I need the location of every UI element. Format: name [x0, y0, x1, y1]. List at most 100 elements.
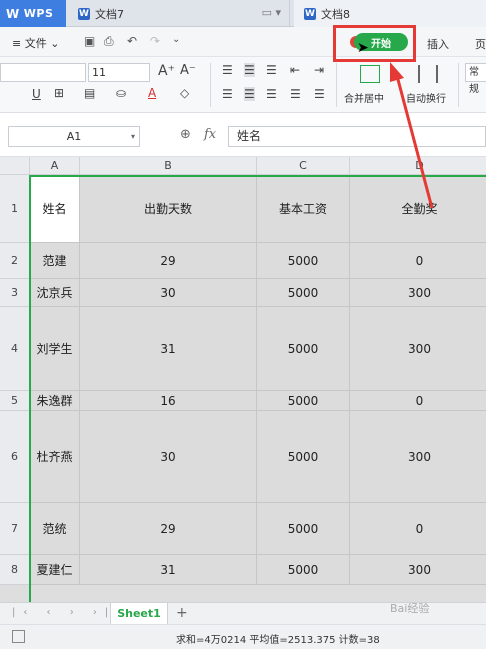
table-cell[interactable]: 沈京兵: [30, 279, 80, 307]
zoom-icon[interactable]: ⊕: [180, 127, 191, 142]
table-cell[interactable]: 0: [350, 503, 486, 555]
table-cell[interactable]: 5000: [257, 279, 350, 307]
app-name: WPS: [23, 7, 54, 20]
align-middle-icon[interactable]: ☰: [244, 63, 255, 77]
table-cell[interactable]: 全勤奖: [350, 175, 486, 243]
table-cell[interactable]: 300: [350, 307, 486, 391]
divider: [458, 63, 459, 107]
status-summary: 求和=4万0214 平均值=2513.375 计数=38: [176, 635, 380, 646]
wps-app-tab[interactable]: W WPS: [0, 0, 66, 27]
merge-center-icon[interactable]: [360, 65, 380, 83]
add-sheet-icon[interactable]: +: [176, 605, 188, 621]
table-cell[interactable]: 夏建仁: [30, 555, 80, 585]
column-header[interactable]: D: [350, 157, 486, 175]
decrease-font-icon[interactable]: A⁻: [180, 63, 196, 78]
customize-icon[interactable]: ⌄: [172, 34, 180, 45]
align-right-icon[interactable]: ☰: [266, 87, 277, 101]
hamburger-icon: ≡: [12, 37, 25, 50]
status-icon[interactable]: [12, 630, 25, 643]
distribute-icon[interactable]: ☰: [314, 87, 325, 101]
redo-icon[interactable]: ↷: [150, 34, 160, 48]
table-cell[interactable]: 300: [350, 555, 486, 585]
fill-color-icon[interactable]: ▤: [84, 86, 95, 100]
row-header[interactable]: 2: [0, 243, 30, 279]
row-header[interactable]: 3: [0, 279, 30, 307]
monitor-icon[interactable]: ▭ ▾: [262, 6, 281, 19]
status-bar: 求和=4万0214 平均值=2513.375 计数=38: [0, 624, 486, 649]
table-cell[interactable]: 朱逸群: [30, 391, 80, 411]
justify-icon[interactable]: ☰: [290, 87, 301, 101]
font-size-select[interactable]: 11: [88, 63, 150, 82]
ribbon-toolbar: 11 A⁺ A⁻ U ⊞ ▤ ⛀ A ◇ ☰ ☰ ☰ ⇤ ⇥ ☰ ☰ ☰ ☰ ☰…: [0, 57, 486, 113]
watermark: Bai经验: [390, 602, 430, 615]
tab-insert[interactable]: 插入: [427, 36, 449, 52]
table-cell[interactable]: 姓名: [30, 175, 80, 243]
merge-center-button[interactable]: 合并居中: [344, 90, 384, 105]
table-cell[interactable]: 5000: [257, 391, 350, 411]
wrap-text-button[interactable]: 自动换行: [406, 90, 446, 105]
table-cell[interactable]: 31: [80, 307, 257, 391]
align-left-icon[interactable]: ☰: [222, 87, 233, 101]
indent-increase-icon[interactable]: ⇥: [314, 63, 324, 77]
table-cell[interactable]: 30: [80, 411, 257, 503]
increase-font-icon[interactable]: A⁺: [158, 63, 175, 79]
row-header[interactable]: 5: [0, 391, 30, 411]
column-header[interactable]: B: [80, 157, 257, 175]
table-cell[interactable]: 30: [80, 279, 257, 307]
row-header[interactable]: 1: [0, 175, 30, 243]
row-header[interactable]: 6: [0, 411, 30, 503]
table-cell[interactable]: 31: [80, 555, 257, 585]
function-icon[interactable]: fx: [204, 127, 216, 142]
indent-decrease-icon[interactable]: ⇤: [290, 63, 300, 77]
font-name-select[interactable]: [0, 63, 86, 82]
table-cell[interactable]: 范统: [30, 503, 80, 555]
table-cell[interactable]: 范建: [30, 243, 80, 279]
undo-icon[interactable]: ↶: [127, 34, 137, 48]
row-header[interactable]: 4: [0, 307, 30, 391]
table-cell[interactable]: 5000: [257, 243, 350, 279]
font-color-icon[interactable]: A: [148, 86, 156, 100]
eraser-icon[interactable]: ◇: [180, 86, 189, 100]
table-cell[interactable]: 300: [350, 411, 486, 503]
chevron-down-icon: ⌄: [50, 37, 60, 50]
spreadsheet-grid[interactable]: A B C D 1 姓名 出勤天数 基本工资 全勤奖 2 范建 29 5000 0 3 沈京兵 30 5000 30…: [0, 157, 486, 602]
table-cell[interactable]: 0: [350, 243, 486, 279]
table-cell[interactable]: 5000: [257, 307, 350, 391]
sheet-nav-arrows-icon[interactable]: |‹ ‹ › ›|: [12, 607, 116, 618]
row-header[interactable]: 7: [0, 503, 30, 555]
number-format-value: 常规: [469, 67, 479, 95]
formula-input[interactable]: 姓名: [228, 126, 486, 147]
row-header[interactable]: 8: [0, 555, 30, 585]
file-menu-button[interactable]: ≡ 文件 ⌄: [12, 35, 59, 51]
align-bottom-icon[interactable]: ☰: [266, 63, 277, 77]
border-icon[interactable]: ⊞: [54, 86, 64, 100]
paint-bucket-icon[interactable]: ⛀: [116, 86, 126, 100]
table-cell[interactable]: 29: [80, 243, 257, 279]
tab-document-7[interactable]: W 文档7 ▭ ▾: [70, 0, 290, 27]
number-format-select[interactable]: 常规: [465, 63, 486, 95]
column-header[interactable]: A: [30, 157, 80, 175]
sheet-tab-active[interactable]: Sheet1: [110, 603, 168, 624]
select-all-corner[interactable]: [0, 157, 30, 175]
column-header[interactable]: C: [257, 157, 350, 175]
table-cell[interactable]: 0: [350, 391, 486, 411]
underline-icon[interactable]: U: [32, 87, 41, 101]
name-box[interactable]: A1 ▾: [8, 126, 140, 147]
table-cell[interactable]: 300: [350, 279, 486, 307]
align-center-icon[interactable]: ☰: [244, 87, 255, 101]
wrap-text-icon[interactable]: [418, 65, 438, 83]
table-cell[interactable]: 16: [80, 391, 257, 411]
table-cell[interactable]: 杜齐燕: [30, 411, 80, 503]
align-top-icon[interactable]: ☰: [222, 63, 233, 77]
table-cell[interactable]: 5000: [257, 503, 350, 555]
table-cell[interactable]: 基本工资: [257, 175, 350, 243]
tab-page[interactable]: 页: [475, 36, 486, 52]
table-cell[interactable]: 5000: [257, 555, 350, 585]
print-icon[interactable]: ⎙: [104, 34, 114, 49]
save-icon[interactable]: ▣: [84, 34, 95, 48]
table-cell[interactable]: 29: [80, 503, 257, 555]
table-cell[interactable]: 出勤天数: [80, 175, 257, 243]
table-cell[interactable]: 刘学生: [30, 307, 80, 391]
table-cell[interactable]: 5000: [257, 411, 350, 503]
tab-document-8[interactable]: W 文档8: [294, 0, 486, 27]
